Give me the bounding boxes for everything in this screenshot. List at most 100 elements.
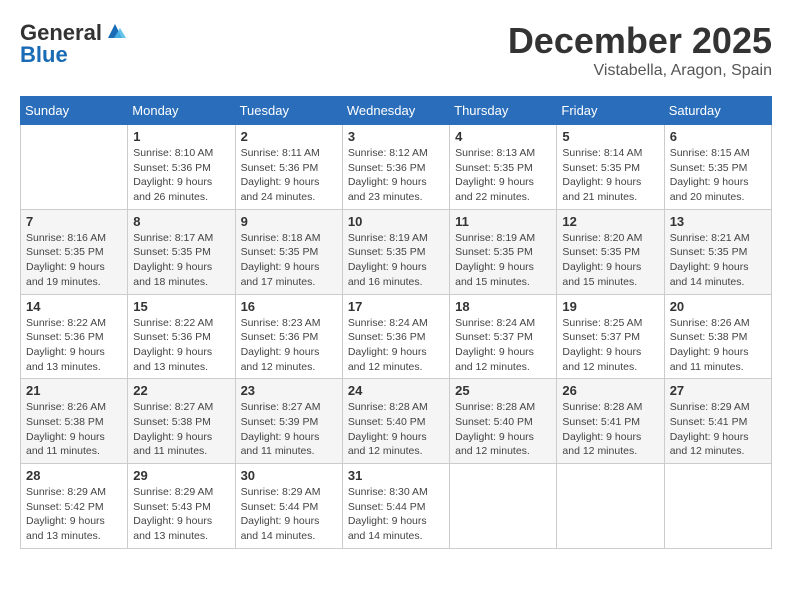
day-info: Sunrise: 8:16 AM Sunset: 5:35 PM Dayligh…: [26, 231, 122, 290]
day-info: Sunrise: 8:22 AM Sunset: 5:36 PM Dayligh…: [26, 316, 122, 375]
day-info: Sunrise: 8:19 AM Sunset: 5:35 PM Dayligh…: [348, 231, 444, 290]
calendar-cell: 25 Sunrise: 8:28 AM Sunset: 5:40 PM Dayli…: [450, 379, 557, 464]
calendar-cell: 18Sunrise: 8:24 AM Sunset: 5:37 PM Dayli…: [450, 294, 557, 379]
calendar-cell: 1 Sunrise: 8:10 AM Sunset: 5:36 PM Daylig…: [128, 125, 235, 210]
day-info: Sunrise: 8:28 AM Sunset: 5:40 PM Dayligh…: [455, 400, 551, 459]
calendar-cell: 21Sunrise: 8:26 AM Sunset: 5:38 PM Dayli…: [21, 379, 128, 464]
calendar-cell: 2 Sunrise: 8:11 AM Sunset: 5:36 PM Daylig…: [235, 125, 342, 210]
calendar-cell: 30 Sunrise: 8:29 AM Sunset: 5:44 PM Dayli…: [235, 464, 342, 549]
calendar-cell: 17 Sunrise: 8:24 AM Sunset: 5:36 PM Dayli…: [342, 294, 449, 379]
calendar-cell: 20 Sunrise: 8:26 AM Sunset: 5:38 PM Dayli…: [664, 294, 771, 379]
day-number: 21: [26, 383, 122, 398]
day-number: 10: [348, 214, 444, 229]
calendar-table: SundayMondayTuesdayWednesdayThursdayFrid…: [20, 96, 772, 549]
calendar-cell: 31 Sunrise: 8:30 AM Sunset: 5:44 PM Dayli…: [342, 464, 449, 549]
month-title: December 2025: [508, 20, 772, 62]
day-number: 3: [348, 129, 444, 144]
day-info: Sunrise: 8:13 AM Sunset: 5:35 PM Dayligh…: [455, 146, 551, 205]
calendar-cell: 5 Sunrise: 8:14 AM Sunset: 5:35 PM Daylig…: [557, 125, 664, 210]
calendar-cell: 22 Sunrise: 8:27 AM Sunset: 5:38 PM Dayli…: [128, 379, 235, 464]
calendar-cell: 12Sunrise: 8:20 AM Sunset: 5:35 PM Dayli…: [557, 209, 664, 294]
calendar-week-row: 28 Sunrise: 8:29 AM Sunset: 5:42 PM Dayli…: [21, 464, 772, 549]
page-header: General Blue December 2025 Vistabella, A…: [20, 20, 772, 80]
weekday-header: Tuesday: [235, 97, 342, 125]
day-info: Sunrise: 8:29 AM Sunset: 5:44 PM Dayligh…: [241, 485, 337, 544]
day-info: Sunrise: 8:14 AM Sunset: 5:35 PM Dayligh…: [562, 146, 658, 205]
day-number: 31: [348, 468, 444, 483]
day-number: 27: [670, 383, 766, 398]
calendar-cell: [557, 464, 664, 549]
day-info: Sunrise: 8:17 AM Sunset: 5:35 PM Dayligh…: [133, 231, 229, 290]
day-number: 8: [133, 214, 229, 229]
day-number: 1: [133, 129, 229, 144]
day-info: Sunrise: 8:26 AM Sunset: 5:38 PM Dayligh…: [670, 316, 766, 375]
day-number: 24: [348, 383, 444, 398]
location: Vistabella, Aragon, Spain: [508, 62, 772, 80]
calendar-cell: 14 Sunrise: 8:22 AM Sunset: 5:36 PM Dayli…: [21, 294, 128, 379]
day-info: Sunrise: 8:19 AM Sunset: 5:35 PM Dayligh…: [455, 231, 551, 290]
calendar-cell: 7Sunrise: 8:16 AM Sunset: 5:35 PM Daylig…: [21, 209, 128, 294]
day-number: 28: [26, 468, 122, 483]
weekday-header: Sunday: [21, 97, 128, 125]
weekday-header: Saturday: [664, 97, 771, 125]
weekday-header: Monday: [128, 97, 235, 125]
day-info: Sunrise: 8:29 AM Sunset: 5:41 PM Dayligh…: [670, 400, 766, 459]
day-info: Sunrise: 8:15 AM Sunset: 5:35 PM Dayligh…: [670, 146, 766, 205]
weekday-header: Thursday: [450, 97, 557, 125]
logo: General Blue: [20, 20, 126, 68]
day-info: Sunrise: 8:29 AM Sunset: 5:42 PM Dayligh…: [26, 485, 122, 544]
calendar-week-row: 1 Sunrise: 8:10 AM Sunset: 5:36 PM Daylig…: [21, 125, 772, 210]
calendar-week-row: 7Sunrise: 8:16 AM Sunset: 5:35 PM Daylig…: [21, 209, 772, 294]
day-number: 9: [241, 214, 337, 229]
day-info: Sunrise: 8:29 AM Sunset: 5:43 PM Dayligh…: [133, 485, 229, 544]
day-number: 23: [241, 383, 337, 398]
day-info: Sunrise: 8:30 AM Sunset: 5:44 PM Dayligh…: [348, 485, 444, 544]
day-info: Sunrise: 8:25 AM Sunset: 5:37 PM Dayligh…: [562, 316, 658, 375]
calendar-cell: 8 Sunrise: 8:17 AM Sunset: 5:35 PM Daylig…: [128, 209, 235, 294]
calendar-week-row: 21Sunrise: 8:26 AM Sunset: 5:38 PM Dayli…: [21, 379, 772, 464]
calendar-week-row: 14 Sunrise: 8:22 AM Sunset: 5:36 PM Dayli…: [21, 294, 772, 379]
day-info: Sunrise: 8:28 AM Sunset: 5:40 PM Dayligh…: [348, 400, 444, 459]
day-info: Sunrise: 8:27 AM Sunset: 5:38 PM Dayligh…: [133, 400, 229, 459]
day-number: 6: [670, 129, 766, 144]
day-number: 20: [670, 299, 766, 314]
calendar-cell: [450, 464, 557, 549]
calendar-cell: 9 Sunrise: 8:18 AM Sunset: 5:35 PM Daylig…: [235, 209, 342, 294]
day-number: 15: [133, 299, 229, 314]
day-info: Sunrise: 8:24 AM Sunset: 5:36 PM Dayligh…: [348, 316, 444, 375]
day-info: Sunrise: 8:11 AM Sunset: 5:36 PM Dayligh…: [241, 146, 337, 205]
title-block: December 2025 Vistabella, Aragon, Spain: [508, 20, 772, 80]
calendar-cell: 6 Sunrise: 8:15 AM Sunset: 5:35 PM Daylig…: [664, 125, 771, 210]
calendar-header-row: SundayMondayTuesdayWednesdayThursdayFrid…: [21, 97, 772, 125]
calendar-cell: 4 Sunrise: 8:13 AM Sunset: 5:35 PM Daylig…: [450, 125, 557, 210]
calendar-cell: 15 Sunrise: 8:22 AM Sunset: 5:36 PM Dayli…: [128, 294, 235, 379]
calendar-cell: [664, 464, 771, 549]
weekday-header: Wednesday: [342, 97, 449, 125]
day-number: 4: [455, 129, 551, 144]
calendar-cell: 16Sunrise: 8:23 AM Sunset: 5:36 PM Dayli…: [235, 294, 342, 379]
calendar-cell: 29Sunrise: 8:29 AM Sunset: 5:43 PM Dayli…: [128, 464, 235, 549]
day-number: 5: [562, 129, 658, 144]
day-info: Sunrise: 8:21 AM Sunset: 5:35 PM Dayligh…: [670, 231, 766, 290]
day-info: Sunrise: 8:27 AM Sunset: 5:39 PM Dayligh…: [241, 400, 337, 459]
day-number: 2: [241, 129, 337, 144]
calendar-cell: 24 Sunrise: 8:28 AM Sunset: 5:40 PM Dayli…: [342, 379, 449, 464]
calendar-cell: 13 Sunrise: 8:21 AM Sunset: 5:35 PM Dayli…: [664, 209, 771, 294]
day-info: Sunrise: 8:22 AM Sunset: 5:36 PM Dayligh…: [133, 316, 229, 375]
day-info: Sunrise: 8:18 AM Sunset: 5:35 PM Dayligh…: [241, 231, 337, 290]
day-number: 13: [670, 214, 766, 229]
calendar-cell: 11Sunrise: 8:19 AM Sunset: 5:35 PM Dayli…: [450, 209, 557, 294]
day-number: 22: [133, 383, 229, 398]
day-number: 17: [348, 299, 444, 314]
calendar-cell: 3Sunrise: 8:12 AM Sunset: 5:36 PM Daylig…: [342, 125, 449, 210]
day-number: 30: [241, 468, 337, 483]
day-number: 14: [26, 299, 122, 314]
calendar-cell: 19Sunrise: 8:25 AM Sunset: 5:37 PM Dayli…: [557, 294, 664, 379]
weekday-header: Friday: [557, 97, 664, 125]
day-info: Sunrise: 8:20 AM Sunset: 5:35 PM Dayligh…: [562, 231, 658, 290]
day-number: 25: [455, 383, 551, 398]
day-info: Sunrise: 8:23 AM Sunset: 5:36 PM Dayligh…: [241, 316, 337, 375]
calendar-cell: [21, 125, 128, 210]
logo-icon: [104, 20, 126, 42]
day-info: Sunrise: 8:10 AM Sunset: 5:36 PM Dayligh…: [133, 146, 229, 205]
